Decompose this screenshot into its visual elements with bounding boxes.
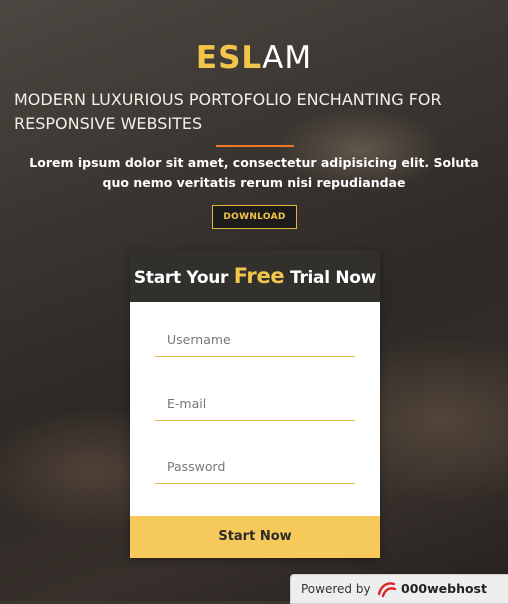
email-input[interactable] <box>155 387 355 421</box>
start-now-button[interactable]: Start Now <box>130 516 380 558</box>
powered-by-label: Powered by <box>301 582 371 596</box>
webhost-logo-icon <box>377 582 397 598</box>
trial-title-before: Start Your <box>133 268 234 288</box>
password-input[interactable] <box>155 450 355 484</box>
trial-title-after: Trial Now <box>284 268 377 288</box>
logo-highlight: ESL <box>195 40 263 76</box>
trial-title-highlight: Free <box>233 264 285 288</box>
webhost-brand: 000webhost <box>401 581 487 596</box>
logo-rest: AM <box>262 40 313 76</box>
powered-by-badge[interactable]: Powered by 000webhost <box>290 574 508 604</box>
site-logo[interactable]: ESLAM <box>0 40 508 76</box>
username-input[interactable] <box>155 323 355 357</box>
hero-tagline: MODERN LUXURIOUS PORTOFOLIO ENCHANTING F… <box>14 90 442 133</box>
tagline-divider <box>216 145 294 147</box>
hero-lead-text: Lorem ipsum dolor sit amet, consectetur … <box>29 155 479 190</box>
trial-signup-card: Start Your Free Trial Now Start Now <box>130 250 380 558</box>
trial-card-title: Start Your Free Trial Now <box>130 250 380 302</box>
download-button[interactable]: DOWNLOAD <box>212 205 297 229</box>
